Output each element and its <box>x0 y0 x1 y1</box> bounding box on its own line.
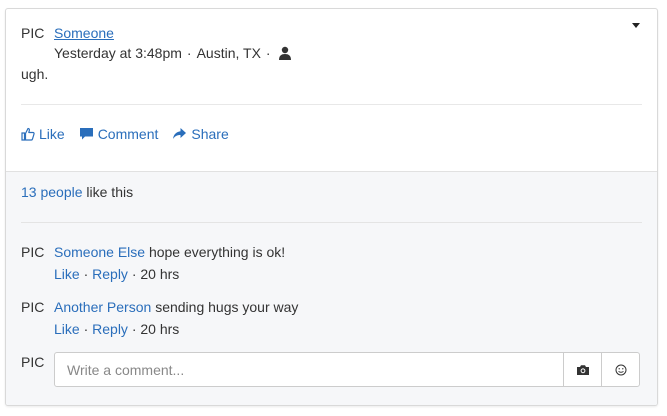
meta-separator: · <box>265 45 271 61</box>
comment-reply-link[interactable]: Reply <box>92 266 128 282</box>
comment-meta: Like · Reply · 20 hrs <box>54 321 298 337</box>
comments-section: 13 people like this PIC Someone Else hop… <box>6 171 657 405</box>
meta-separator: · <box>186 45 192 61</box>
speech-bubble-icon <box>79 128 93 140</box>
comment-like-link[interactable]: Like <box>54 266 80 282</box>
comment-text: hope everything is ok! <box>148 244 286 260</box>
share-arrow-icon <box>173 128 187 139</box>
comment-meta: Like · Reply · 20 hrs <box>54 266 285 282</box>
camera-icon <box>576 364 589 375</box>
comment-input-group <box>54 352 640 387</box>
photo-attach-button[interactable] <box>563 353 601 386</box>
divider <box>21 222 642 223</box>
comment-label: Comment <box>97 126 159 142</box>
share-label: Share <box>191 126 229 142</box>
author-avatar[interactable]: PIC <box>21 25 44 41</box>
meta-separator: · <box>131 266 137 282</box>
post-meta: Yesterday at 3:48pm · Austin, TX · <box>54 45 292 61</box>
comment-text: sending hugs your way <box>155 299 299 315</box>
like-label: Like <box>39 126 65 142</box>
post-text: ugh. <box>21 66 49 82</box>
commenter-name-link[interactable]: Someone Else <box>54 244 145 260</box>
smiley-icon <box>615 364 626 375</box>
meta-separator: · <box>83 321 89 337</box>
composer-avatar[interactable]: PIC <box>21 354 44 370</box>
comment-time[interactable]: 20 hrs <box>140 266 179 282</box>
comment-body: Another Person sending hugs your way Lik… <box>54 299 298 337</box>
person-icon[interactable] <box>278 46 292 60</box>
comment-button[interactable]: Comment <box>79 126 159 142</box>
likes-count-link[interactable]: 13 people <box>21 184 83 200</box>
caret-down-icon[interactable] <box>632 23 640 28</box>
comment-like-link[interactable]: Like <box>54 321 80 337</box>
commenter-name-link[interactable]: Another Person <box>54 299 151 315</box>
comment-composer: PIC <box>21 352 641 388</box>
commenter-avatar[interactable]: PIC <box>21 299 44 315</box>
thumbs-up-icon <box>21 127 35 141</box>
meta-separator: · <box>131 321 137 337</box>
divider <box>21 104 642 105</box>
comment-input[interactable] <box>55 353 563 386</box>
emoji-button[interactable] <box>601 353 639 386</box>
meta-separator: · <box>83 266 89 282</box>
commenter-avatar[interactable]: PIC <box>21 244 44 260</box>
likes-suffix: like this <box>86 184 134 200</box>
author-name-link[interactable]: Someone <box>54 25 114 41</box>
post-location[interactable]: Austin, TX <box>197 45 261 61</box>
post-card: PIC Someone Yesterday at 3:48pm · Austin… <box>5 8 658 406</box>
comment-time[interactable]: 20 hrs <box>140 321 179 337</box>
likes-summary: 13 people like this <box>21 184 133 200</box>
share-button[interactable]: Share <box>172 126 229 142</box>
post-timestamp[interactable]: Yesterday at 3:48pm <box>54 45 182 61</box>
comment-body: Someone Else hope everything is ok! Like… <box>54 244 285 282</box>
post-header-section: PIC Someone Yesterday at 3:48pm · Austin… <box>6 9 657 171</box>
like-button[interactable]: Like <box>21 126 65 142</box>
comment-reply-link[interactable]: Reply <box>92 321 128 337</box>
post-actions: Like Comment Share <box>21 126 243 142</box>
